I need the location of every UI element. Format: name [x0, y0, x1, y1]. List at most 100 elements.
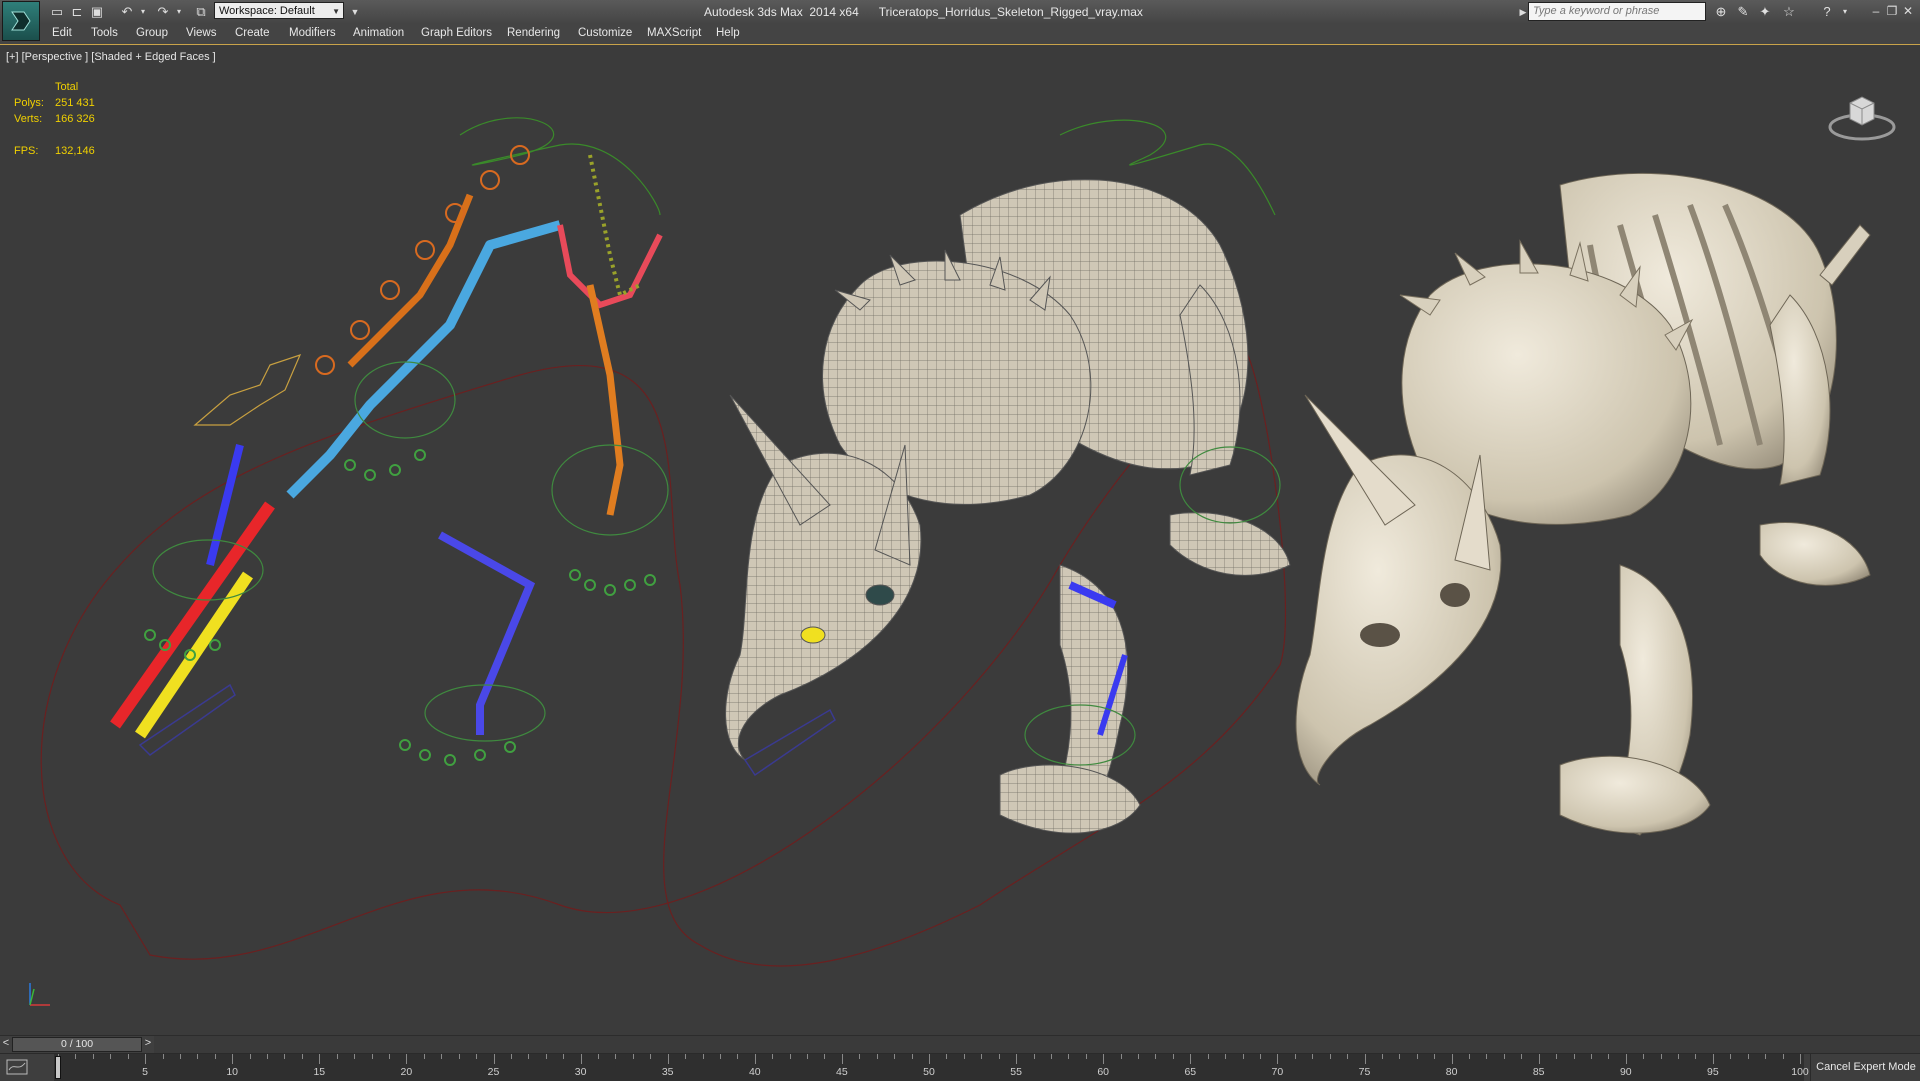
track-tick [737, 1054, 739, 1059]
tail-bones [557, 224, 663, 309]
help-icon[interactable]: ? [1818, 3, 1836, 21]
menu-customize[interactable]: Customize [578, 27, 632, 39]
track-tick [1486, 1054, 1488, 1059]
next-frame-button[interactable]: > [142, 1037, 154, 1052]
menu-group[interactable]: Group [136, 27, 168, 39]
scene-render[interactable] [0, 45, 1920, 1035]
track-tick [545, 1054, 547, 1059]
search-input[interactable]: Type a keyword or phrase [1528, 2, 1706, 21]
track-tick [1155, 1054, 1157, 1059]
menu-maxscript[interactable]: MAXScript [647, 27, 701, 39]
bone-rig-skeleton[interactable] [110, 117, 669, 766]
wire-jaw-gizmo[interactable] [743, 708, 836, 777]
menu-rendering[interactable]: Rendering [507, 27, 560, 39]
track-tick [1712, 1054, 1714, 1064]
track-tick [772, 1054, 774, 1059]
undo-dropdown-icon[interactable]: ▾ [134, 3, 152, 21]
track-tick [249, 1054, 251, 1059]
menu-edit[interactable]: Edit [52, 27, 72, 39]
track-tick [702, 1054, 704, 1059]
track-tick [528, 1054, 530, 1059]
track-tick [1469, 1054, 1471, 1059]
current-frame-marker[interactable] [55, 1056, 61, 1079]
track-tick [127, 1054, 129, 1059]
ik-control-circle[interactable] [551, 444, 669, 536]
wire-jaw-control[interactable] [800, 626, 826, 644]
bone-tail [1819, 224, 1871, 286]
track-tick [1033, 1054, 1035, 1059]
time-slider-track[interactable] [154, 1036, 1920, 1054]
subscription-center-icon[interactable]: ✎ [1734, 3, 1752, 21]
application-menu-button[interactable] [2, 1, 40, 41]
new-file-icon[interactable]: ▭ [48, 3, 66, 21]
track-tick [423, 1054, 425, 1059]
app-name: Autodesk 3ds Max 2014 x64 [704, 5, 859, 19]
track-tick [510, 1054, 512, 1059]
axis-tripod-icon [29, 983, 50, 1006]
track-tick [754, 1054, 756, 1064]
mini-curve-editor-toggle[interactable] [6, 1058, 28, 1076]
menu-graph-editors[interactable]: Graph Editors [421, 27, 492, 39]
track-tick [1503, 1054, 1505, 1059]
track-tick-label: 90 [1619, 1066, 1632, 1078]
quick-access-customize-icon[interactable]: ▼ [346, 3, 364, 21]
help-dropdown-icon[interactable]: ▾ [1836, 3, 1854, 21]
project-folder-icon[interactable]: ⧉ [192, 3, 210, 21]
redo-dropdown-icon[interactable]: ▾ [170, 3, 188, 21]
time-slider[interactable]: 0 / 100 [12, 1037, 142, 1052]
communication-center-icon[interactable]: ✦ [1756, 3, 1774, 21]
rear-leg-bones [438, 531, 536, 735]
workspace-dropdown[interactable]: Workspace: Default ▼ [214, 2, 344, 19]
menu-create[interactable]: Create [235, 27, 270, 39]
track-tick [946, 1054, 948, 1059]
track-tick [824, 1054, 826, 1059]
track-tick [110, 1054, 112, 1059]
track-tick [876, 1054, 878, 1059]
track-tick [685, 1054, 687, 1059]
root-move-gizmo[interactable] [193, 354, 302, 426]
viewcube[interactable] [1826, 77, 1898, 149]
track-tick-label: 15 [313, 1066, 326, 1078]
track-tick-label: 80 [1445, 1066, 1458, 1078]
menu-animation[interactable]: Animation [353, 27, 404, 39]
minimize-window-icon[interactable]: – [1868, 3, 1884, 19]
track-tick [197, 1054, 199, 1059]
track-tick [1538, 1054, 1540, 1064]
save-file-icon[interactable]: ▣ [88, 3, 106, 21]
open-file-icon[interactable]: ⊏ [68, 3, 86, 21]
track-tick [1434, 1054, 1436, 1059]
workspace-label: Workspace: Default [219, 5, 315, 17]
track-tick [354, 1054, 356, 1059]
close-window-icon[interactable]: ✕ [1900, 3, 1916, 19]
track-tick-label: 70 [1271, 1066, 1284, 1078]
previous-frame-button[interactable]: < [0, 1037, 12, 1052]
spine-controls[interactable] [315, 145, 530, 375]
menu-views[interactable]: Views [186, 27, 216, 39]
track-tick [1050, 1054, 1052, 1059]
track-tick [894, 1054, 896, 1059]
track-tick-label: 20 [400, 1066, 413, 1078]
track-tick [1782, 1054, 1784, 1059]
menu-tools[interactable]: Tools [91, 27, 118, 39]
track-tick [1399, 1054, 1401, 1059]
perspective-viewport[interactable]: [+] [Perspective ] [Shaded + Edged Faces… [0, 45, 1920, 1035]
menu-modifiers[interactable]: Modifiers [289, 27, 336, 39]
restore-window-icon[interactable]: ❐ [1884, 3, 1900, 19]
track-tick [1625, 1054, 1627, 1064]
wire-hind-foot [1169, 511, 1291, 576]
shaded-triceratops-skeleton[interactable] [1295, 172, 1871, 836]
track-tick [301, 1054, 303, 1059]
curve-editor-icon [6, 1059, 28, 1075]
track-tick [981, 1054, 983, 1059]
binoculars-icon[interactable]: ⊕ [1712, 3, 1730, 21]
track-bar[interactable]: 0510152025303540455055606570758085909510… [54, 1054, 1809, 1081]
favorites-star-icon[interactable]: ☆ [1780, 3, 1798, 21]
track-tick-label: 75 [1358, 1066, 1371, 1078]
file-name: Triceratops_Horridus_Skeleton_Rigged_vra… [878, 5, 1143, 19]
track-tick [1085, 1054, 1087, 1059]
cancel-expert-mode-button[interactable]: Cancel Expert Mode [1810, 1054, 1920, 1081]
track-tick [859, 1054, 861, 1059]
menu-bar: Edit Tools Group Views Create Modifiers … [0, 24, 1920, 45]
wireframe-triceratops-skeleton[interactable] [725, 119, 1291, 834]
menu-help[interactable]: Help [716, 27, 740, 39]
